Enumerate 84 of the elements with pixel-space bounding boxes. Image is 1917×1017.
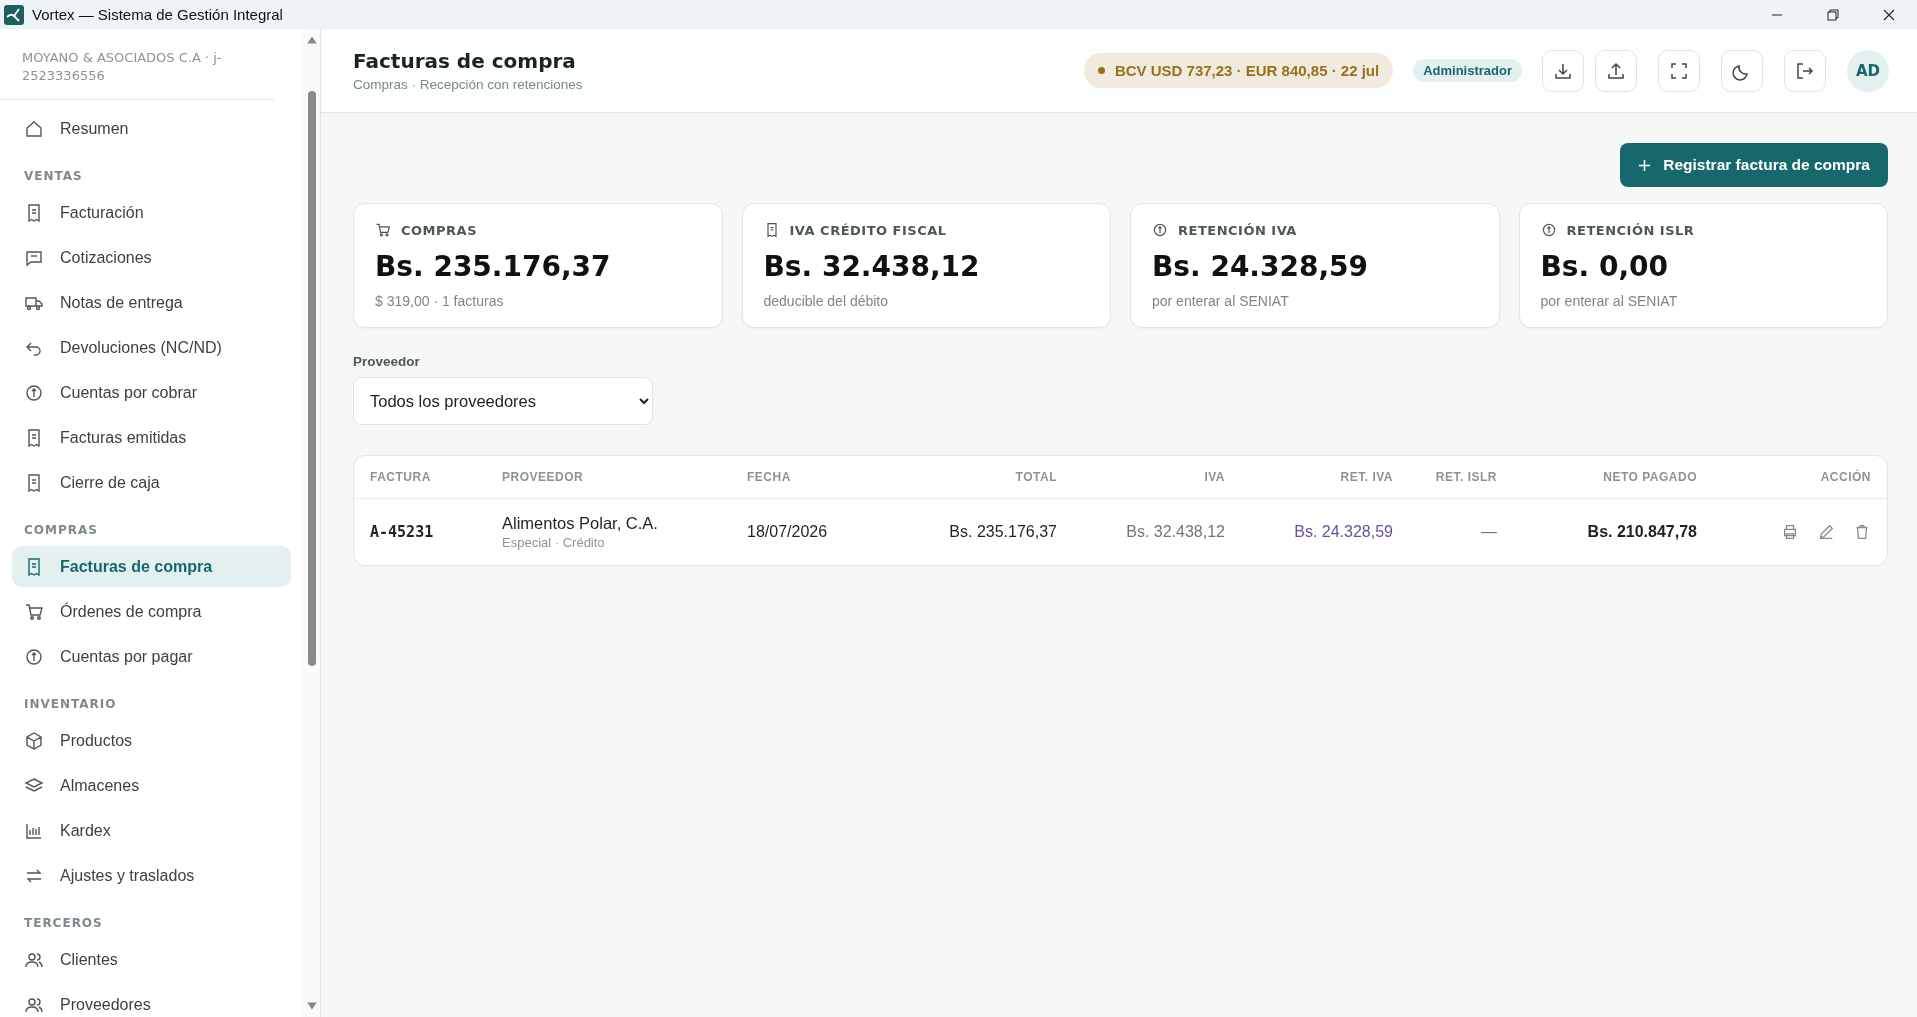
column-header: RET. IVA (1339, 470, 1393, 484)
supplier-note: Especial · Crédito (502, 535, 606, 550)
fullscreen-button[interactable] (1658, 49, 1700, 92)
section-heading: COMPRAS (23, 522, 99, 539)
column-header: FECHA (747, 470, 792, 484)
logout-button[interactable] (1784, 49, 1826, 92)
scroll-down-icon[interactable] (305, 1001, 318, 1011)
upload-icon (1606, 60, 1626, 81)
nav-item[interactable]: Kardex (12, 810, 291, 851)
nav-item[interactable]: Clientes (12, 939, 291, 980)
stat-label: RETENCIÓN ISLR (1566, 222, 1695, 238)
section-heading: INVENTARIO (23, 696, 118, 713)
column-header: RET. ISLR (1434, 470, 1498, 484)
nav-item[interactable]: Resumen (12, 108, 291, 149)
page-title: Facturas de compra (353, 49, 577, 73)
nav-item[interactable]: Ajustes y traslados (12, 855, 291, 896)
nav-item[interactable]: Cuentas por pagar (12, 636, 291, 677)
role-badge: Administrador (1413, 59, 1522, 82)
nav-item[interactable]: Facturas emitidas (12, 417, 291, 458)
nav-item[interactable]: Facturación (12, 192, 291, 233)
nav-item[interactable]: Facturas de compra (12, 546, 291, 587)
column-header: PROVEEDOR (502, 470, 585, 484)
stat-value: Bs. 235.176,37 (375, 250, 612, 283)
window-title: Vortex — Sistema de Gestión Integral (32, 6, 283, 23)
stat-value: Bs. 32.438,12 (763, 250, 981, 283)
table-cell-text: Bs. 235.176,37 (948, 523, 1057, 541)
box-icon (24, 730, 44, 751)
nav-item[interactable]: Órdenes de compra (12, 591, 291, 632)
plus-icon (1638, 158, 1652, 172)
stat-note: deducible del débito (763, 293, 890, 309)
register-invoice-button[interactable]: Registrar factura de compra (1620, 143, 1888, 187)
nav-item[interactable]: Cuentas por cobrar (12, 372, 291, 413)
scroll-up-icon[interactable] (305, 35, 318, 45)
nav-item[interactable]: Cotizaciones (12, 237, 291, 278)
print-icon[interactable] (1781, 523, 1799, 541)
section-heading: TERCEROS (23, 915, 104, 932)
supplier-select[interactable]: Todos los proveedores (353, 377, 653, 425)
table-cell-text: 18/07/2026 (747, 523, 829, 541)
stat-note: por enterar al SENIAT (1540, 293, 1679, 309)
exchange-rate-pill: BCV USD 737,23 · EUR 840,85 · 22 jul (1083, 53, 1394, 88)
stat-label: IVA CRÉDITO FISCAL (789, 222, 947, 238)
edit-icon[interactable] (1817, 523, 1835, 541)
logout-icon (1795, 60, 1815, 81)
coin-icon (24, 382, 44, 403)
fullscreen-icon (1669, 60, 1689, 81)
filter-label: Proveedor (353, 354, 420, 369)
table-cell-text: Bs. 32.438,12 (1125, 523, 1225, 541)
section-heading: VENTAS (23, 168, 84, 185)
coin-icon (1152, 222, 1168, 238)
cart-icon (24, 601, 44, 622)
coin-icon (24, 646, 44, 667)
table-cell-text: Bs. 24.328,59 (1293, 523, 1393, 541)
user-avatar[interactable]: AD (1847, 49, 1889, 92)
nav-item[interactable]: Cierre de caja (12, 462, 291, 503)
stat-label: COMPRAS (401, 222, 477, 238)
nav-item[interactable]: Productos (12, 720, 291, 761)
download-button[interactable] (1542, 49, 1584, 92)
home-icon (24, 118, 44, 139)
nav-item[interactable]: Proveedores (12, 984, 291, 1017)
column-header: IVA (1203, 470, 1225, 484)
page-subtitle: Compras · Recepción con retenciones (353, 77, 584, 92)
stat-label: RETENCIÓN IVA (1178, 222, 1297, 238)
supplier-name: Alimentos Polar, C.A. (502, 514, 659, 533)
table-cell-text: A-45231 (370, 523, 435, 541)
upload-button[interactable] (1595, 49, 1637, 92)
column-header: ACCIÓN (1819, 470, 1871, 484)
cart-icon (375, 222, 391, 238)
scrollbar[interactable] (303, 29, 320, 1017)
column-header: TOTAL (1014, 470, 1057, 484)
stat-value: Bs. 0,00 (1540, 250, 1669, 283)
coin-icon (1540, 222, 1557, 238)
app-logo-icon (4, 4, 24, 25)
table-cell-text: Bs. 210.847,78 (1586, 523, 1697, 541)
nav-item[interactable]: Notas de entrega (12, 282, 291, 323)
company-name: MOYANO & ASOCIADOS C.A · j-2523336556 (0, 29, 274, 100)
stat-note: por enterar al SENIAT (1152, 293, 1290, 309)
stat-note: $ 319,00 · 1 facturas (375, 293, 505, 309)
nav-item[interactable]: Devoluciones (NC/ND) (12, 327, 291, 368)
table-cell-text: — (1480, 523, 1498, 541)
stat-value: Bs. 24.328,59 (1152, 250, 1370, 283)
column-header: FACTURA (370, 470, 432, 484)
dark-mode-button[interactable] (1721, 49, 1763, 92)
nav-item[interactable]: Almacenes (12, 765, 291, 806)
column-header: NETO PAGADO (1602, 470, 1697, 484)
